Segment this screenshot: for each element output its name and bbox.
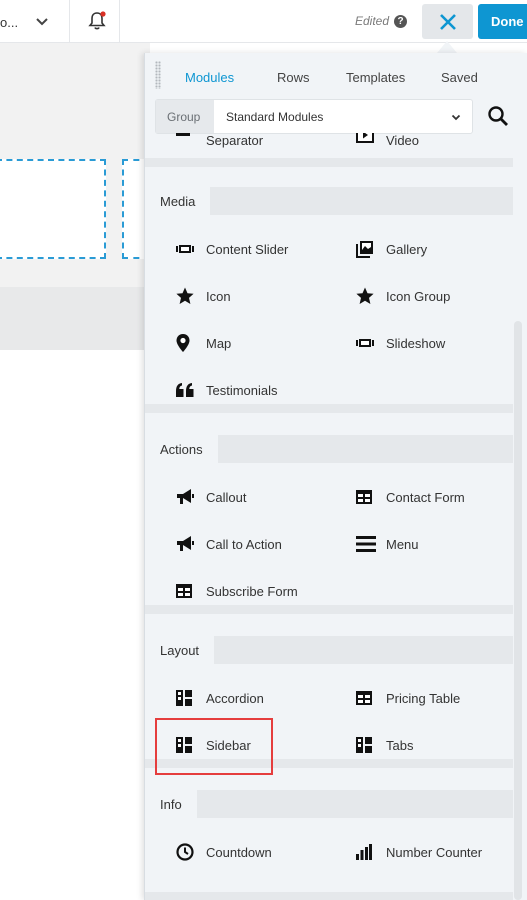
module-icon-group[interactable]: Icon Group bbox=[356, 287, 450, 305]
module-tabs[interactable]: Tabs bbox=[356, 736, 413, 754]
section-title: Info bbox=[145, 790, 197, 818]
page-selector-label: o... bbox=[0, 15, 19, 30]
modules-list: Separator Video Media Content Slider Gal… bbox=[145, 133, 513, 900]
close-icon bbox=[439, 13, 456, 30]
section-title: Media bbox=[145, 187, 211, 215]
highlight-box bbox=[155, 718, 273, 775]
section-header-actions: Actions bbox=[145, 435, 513, 463]
chevron-down-icon bbox=[451, 114, 461, 121]
builder-topbar: o... Edited ? Done bbox=[0, 0, 527, 43]
group-value: Standard Modules bbox=[226, 110, 324, 124]
separator-icon bbox=[176, 133, 198, 149]
tab-templates[interactable]: Templates bbox=[346, 70, 405, 85]
module-map[interactable]: Map bbox=[176, 334, 231, 352]
gallery-icon bbox=[356, 240, 378, 258]
module-video[interactable]: Video bbox=[356, 133, 419, 149]
module-label: Map bbox=[206, 335, 232, 351]
section-separator bbox=[145, 892, 513, 900]
page-background-row bbox=[0, 287, 150, 350]
search-icon[interactable] bbox=[487, 105, 509, 127]
module-countdown[interactable]: Countdown bbox=[176, 843, 272, 861]
module-call-to-action[interactable]: Call to Action bbox=[176, 535, 282, 553]
notifications-button[interactable] bbox=[70, 0, 120, 43]
bell-icon bbox=[88, 11, 106, 30]
done-button[interactable]: Done bbox=[478, 4, 527, 39]
tab-modules[interactable]: Modules bbox=[185, 70, 234, 85]
module-contact-form[interactable]: Contact Form bbox=[356, 488, 465, 506]
clock-icon bbox=[176, 843, 198, 861]
menu-icon bbox=[356, 535, 378, 553]
slider-icon bbox=[356, 334, 378, 352]
column-placeholder[interactable] bbox=[0, 159, 106, 259]
module-label: Separator bbox=[206, 133, 264, 148]
section-header-layout: Layout bbox=[145, 636, 513, 664]
chevron-down-icon bbox=[36, 18, 48, 26]
star-icon bbox=[356, 287, 378, 305]
section-separator bbox=[145, 158, 513, 167]
table-icon bbox=[356, 689, 378, 707]
page-selector[interactable]: o... bbox=[0, 0, 70, 43]
module-callout[interactable]: Callout bbox=[176, 488, 246, 506]
module-gallery[interactable]: Gallery bbox=[356, 240, 427, 258]
panel-tabs: Modules Rows Templates Saved bbox=[145, 53, 527, 101]
module-label: Subscribe Form bbox=[206, 583, 298, 599]
edited-label: Edited bbox=[354, 14, 389, 28]
table-icon bbox=[176, 582, 198, 600]
section-header-info: Info bbox=[145, 790, 513, 818]
module-accordion[interactable]: Accordion bbox=[176, 689, 264, 707]
page-background-section bbox=[0, 43, 162, 287]
module-label: Icon bbox=[206, 288, 231, 304]
section-separator bbox=[145, 605, 513, 614]
module-label: Call to Action bbox=[206, 536, 282, 552]
section-separator bbox=[145, 404, 513, 413]
edited-status: Edited ? bbox=[355, 14, 407, 28]
section-title: Actions bbox=[145, 435, 218, 463]
table-icon bbox=[356, 488, 378, 506]
scrollbar[interactable] bbox=[514, 321, 522, 900]
megaphone-icon bbox=[176, 488, 198, 506]
module-label: Gallery bbox=[386, 241, 428, 257]
module-subscribe-form[interactable]: Subscribe Form bbox=[176, 582, 298, 600]
tab-saved[interactable]: Saved bbox=[441, 70, 478, 85]
module-label: Content Slider bbox=[206, 241, 289, 257]
module-number-counter[interactable]: Number Counter bbox=[356, 843, 482, 861]
megaphone-icon bbox=[176, 535, 198, 553]
module-label: Video bbox=[386, 133, 420, 148]
group-label: Group bbox=[156, 100, 214, 133]
section-title: Layout bbox=[145, 636, 215, 664]
module-pricing-table[interactable]: Pricing Table bbox=[356, 689, 460, 707]
layout-icon bbox=[176, 689, 198, 707]
module-slideshow[interactable]: Slideshow bbox=[356, 334, 445, 352]
module-content-slider[interactable]: Content Slider bbox=[176, 240, 288, 258]
slider-icon bbox=[176, 240, 198, 258]
panel-pointer bbox=[437, 41, 457, 53]
module-label: Number Counter bbox=[386, 844, 483, 860]
module-label: Accordion bbox=[206, 690, 264, 706]
module-label: Slideshow bbox=[386, 335, 446, 351]
module-icon[interactable]: Icon bbox=[176, 287, 231, 305]
module-label: Countdown bbox=[206, 844, 272, 860]
help-icon[interactable]: ? bbox=[394, 14, 407, 28]
close-panel-button[interactable] bbox=[422, 4, 473, 39]
module-label: Callout bbox=[206, 489, 247, 505]
video-icon bbox=[356, 133, 378, 149]
module-group-select[interactable]: Group Standard Modules bbox=[155, 99, 473, 134]
layout-icon bbox=[356, 736, 378, 754]
module-label: Icon Group bbox=[386, 288, 451, 304]
tab-rows[interactable]: Rows bbox=[277, 70, 310, 85]
module-testimonials[interactable]: Testimonials bbox=[176, 381, 278, 399]
module-menu[interactable]: Menu bbox=[356, 535, 419, 553]
module-label: Pricing Table bbox=[386, 690, 461, 706]
bar-chart-icon bbox=[356, 843, 378, 861]
quote-icon bbox=[176, 381, 198, 399]
module-label: Menu bbox=[386, 536, 419, 552]
module-label: Contact Form bbox=[386, 489, 465, 505]
module-label: Tabs bbox=[386, 737, 414, 753]
module-label: Testimonials bbox=[206, 382, 278, 398]
section-header-media: Media bbox=[145, 187, 513, 215]
star-icon bbox=[176, 287, 198, 305]
module-separator[interactable]: Separator bbox=[176, 133, 263, 149]
map-marker-icon bbox=[176, 334, 198, 352]
